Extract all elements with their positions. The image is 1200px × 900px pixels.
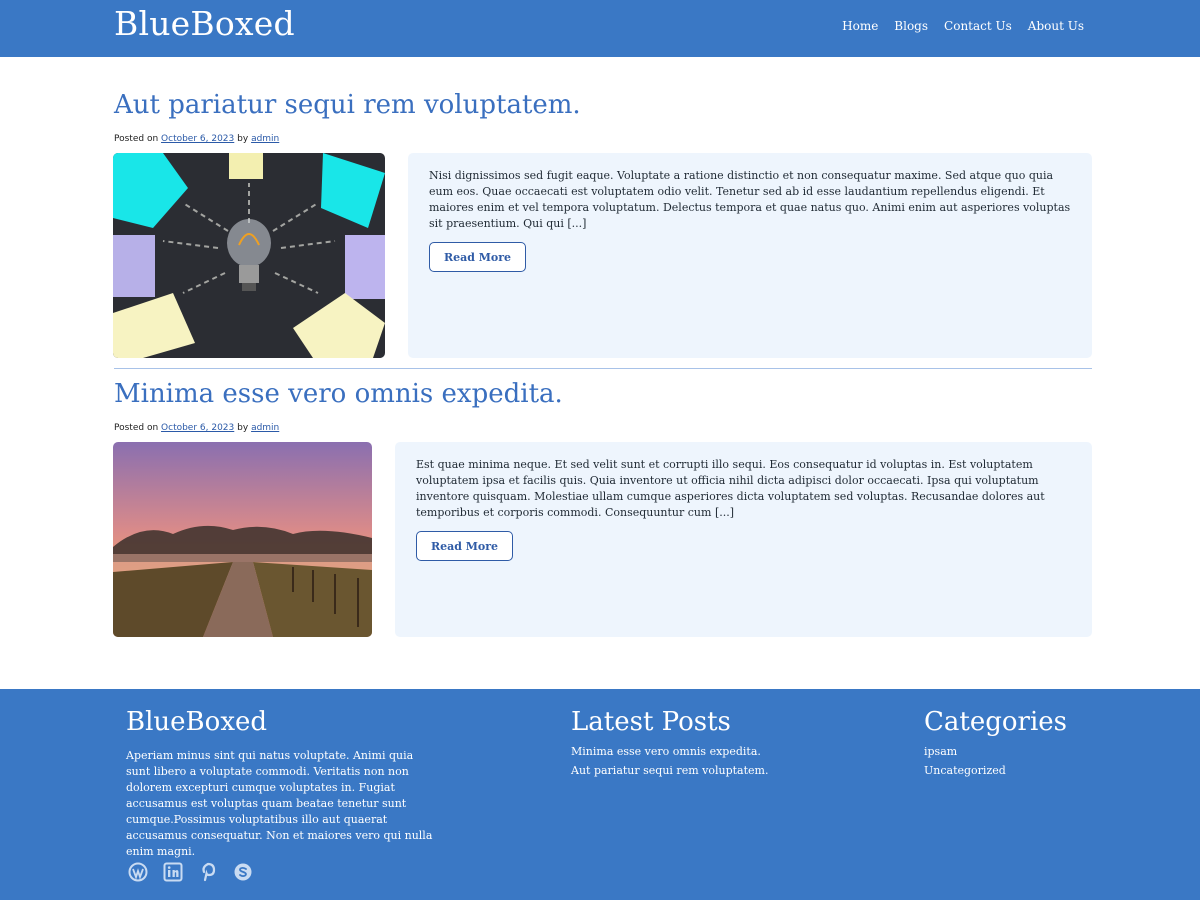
by-label: by — [237, 423, 249, 433]
site-footer: BlueBoxed Aperiam minus sint qui natus v… — [0, 689, 1200, 900]
post-title[interactable]: Minima esse vero omnis expedita. — [114, 379, 563, 409]
sunrise-path-image[interactable] — [113, 442, 372, 637]
post-excerpt: Est quae minima neque. Et sed velit sunt… — [416, 458, 1045, 519]
site-title[interactable]: BlueBoxed — [114, 4, 295, 43]
latest-post-link[interactable]: Aut pariatur sequi rem voluptatem. — [571, 764, 768, 777]
main-nav: Home Blogs Contact Us About Us — [842, 19, 1084, 33]
latest-post-link[interactable]: Minima esse vero omnis expedita. — [571, 745, 761, 758]
read-more-button[interactable]: Read More — [429, 242, 526, 272]
post-title[interactable]: Aut pariatur sequi rem voluptatem. — [114, 90, 581, 120]
linkedin-icon[interactable] — [162, 862, 183, 882]
post-meta: Posted on October 6, 2023 by admin — [114, 423, 279, 433]
wordpress-icon[interactable] — [127, 862, 148, 882]
footer-latest-heading: Latest Posts — [571, 707, 731, 737]
post-meta: Posted on October 6, 2023 by admin — [114, 134, 279, 144]
nav-blogs[interactable]: Blogs — [894, 19, 928, 33]
by-label: by — [237, 134, 249, 144]
site-header: BlueBoxed Home Blogs Contact Us About Us — [0, 0, 1200, 57]
lightbulb-sticky-notes-image[interactable] — [113, 153, 385, 358]
post-divider — [114, 368, 1092, 369]
author-link[interactable]: admin — [251, 134, 279, 144]
post-excerpt: Nisi dignissimos sed fugit eaque. Volupt… — [429, 169, 1071, 230]
footer-about-heading: BlueBoxed — [126, 707, 268, 737]
category-link[interactable]: Uncategorized — [924, 764, 1006, 777]
pinterest-icon[interactable] — [197, 862, 218, 882]
nav-contact-us[interactable]: Contact Us — [944, 19, 1012, 33]
post-date-link[interactable]: October 6, 2023 — [161, 423, 234, 433]
skype-icon[interactable] — [232, 862, 253, 882]
nav-home[interactable]: Home — [842, 19, 878, 33]
social-links — [127, 862, 253, 882]
nav-about-us[interactable]: About Us — [1028, 19, 1084, 33]
read-more-button[interactable]: Read More — [416, 531, 513, 561]
post-date-link[interactable]: October 6, 2023 — [161, 134, 234, 144]
author-link[interactable]: admin — [251, 423, 279, 433]
footer-about-text: Aperiam minus sint qui natus voluptate. … — [126, 749, 433, 858]
posted-on-label: Posted on — [114, 134, 159, 144]
footer-categories-heading: Categories — [924, 707, 1067, 737]
category-link[interactable]: ipsam — [924, 745, 957, 758]
posted-on-label: Posted on — [114, 423, 159, 433]
